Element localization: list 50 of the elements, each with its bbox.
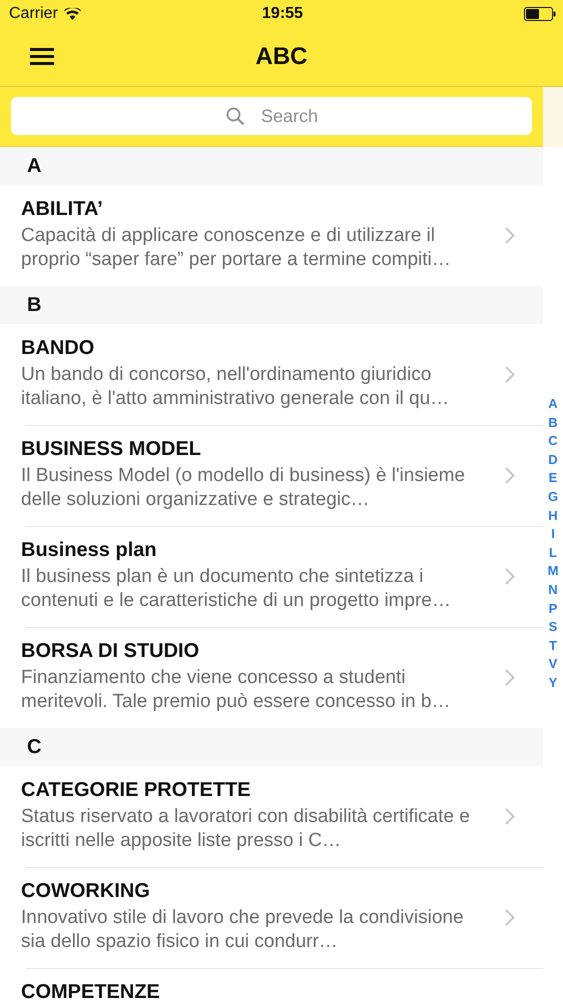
clock-time: 19:55 — [262, 5, 303, 23]
chevron-icon[interactable] — [505, 909, 515, 926]
index-letter[interactable]: N — [548, 580, 558, 600]
chevron-icon[interactable] — [505, 467, 515, 484]
index-letter[interactable]: T — [549, 636, 557, 656]
term-title[interactable]: Business plan — [21, 537, 489, 563]
index-letter[interactable]: H — [548, 506, 558, 526]
section-header: A — [0, 147, 543, 185]
section-header: C — [0, 728, 543, 766]
index-letter[interactable]: P — [548, 600, 558, 618]
term-title[interactable]: COMPETENZE — [21, 979, 489, 1000]
chevron-icon[interactable] — [505, 669, 515, 686]
index-letter[interactable]: Y — [548, 674, 558, 692]
term-description: Finanziamento che viene concesso a studenti meritevoli. Tale premio può essere concesso in b… — [21, 666, 452, 714]
index-letter[interactable]: M — [548, 562, 558, 581]
menu-icon[interactable] — [30, 48, 54, 65]
term-title[interactable]: BANDO — [21, 335, 489, 361]
index-letter[interactable]: C — [548, 432, 558, 451]
index-bar-background — [543, 87, 563, 147]
chevron-icon[interactable] — [505, 568, 515, 585]
index-letter[interactable]: A — [548, 395, 558, 414]
chevron-icon[interactable] — [505, 366, 515, 383]
battery-icon — [524, 7, 556, 21]
index-letter[interactable]: V — [548, 655, 558, 674]
term-description: Innovativo stile di lavoro che prevede la condivisione sia dello spazio fisico in cui condurr… — [21, 906, 465, 954]
wifi-icon — [64, 8, 81, 20]
term-description: Il Business Model (o modello di business) è l'insieme delle soluzioni organizzative e strategic… — [21, 464, 466, 512]
index-letter[interactable]: B — [548, 414, 558, 432]
carrier-label: Carrier — [9, 5, 58, 23]
term-description: Il business plan è un documento che sintetizza i contenuti e le caratteristiche di un progetto impre… — [21, 565, 452, 613]
index-letter[interactable]: G — [548, 488, 558, 507]
index-letter[interactable]: I — [551, 525, 555, 544]
chevron-icon[interactable] — [505, 227, 515, 244]
search-icon — [226, 107, 245, 126]
section-header: B — [0, 286, 543, 324]
term-title[interactable]: ABILITA’ — [21, 196, 489, 222]
term-title[interactable]: BUSINESS MODEL — [21, 436, 489, 462]
term-title[interactable]: CATEGORIE PROTETTE — [21, 777, 489, 803]
index-letter[interactable]: S — [548, 618, 558, 637]
term-title[interactable]: COWORKING — [21, 878, 489, 904]
term-title[interactable]: BORSA DI STUDIO — [21, 638, 489, 664]
search-field[interactable]: Search — [11, 97, 532, 135]
index-letter[interactable]: E — [548, 469, 558, 488]
term-description: Status riservato a lavoratori con disabilità certificate e iscritti nelle apposite liste presso i C… — [21, 805, 471, 853]
term-description: Capacità di applicare conoscenze e di utilizzare il proprio “saper fare” per portare a termine compiti… — [21, 224, 452, 272]
index-letter[interactable]: L — [549, 544, 557, 562]
index-letter[interactable]: D — [548, 450, 558, 470]
chevron-icon[interactable] — [505, 808, 515, 825]
term-description: Un bando di concorso, nell'ordinamento giuridico italiano, è l'atto amministrativo generale con il qu… — [21, 363, 450, 411]
nav-title: ABC — [256, 43, 308, 71]
